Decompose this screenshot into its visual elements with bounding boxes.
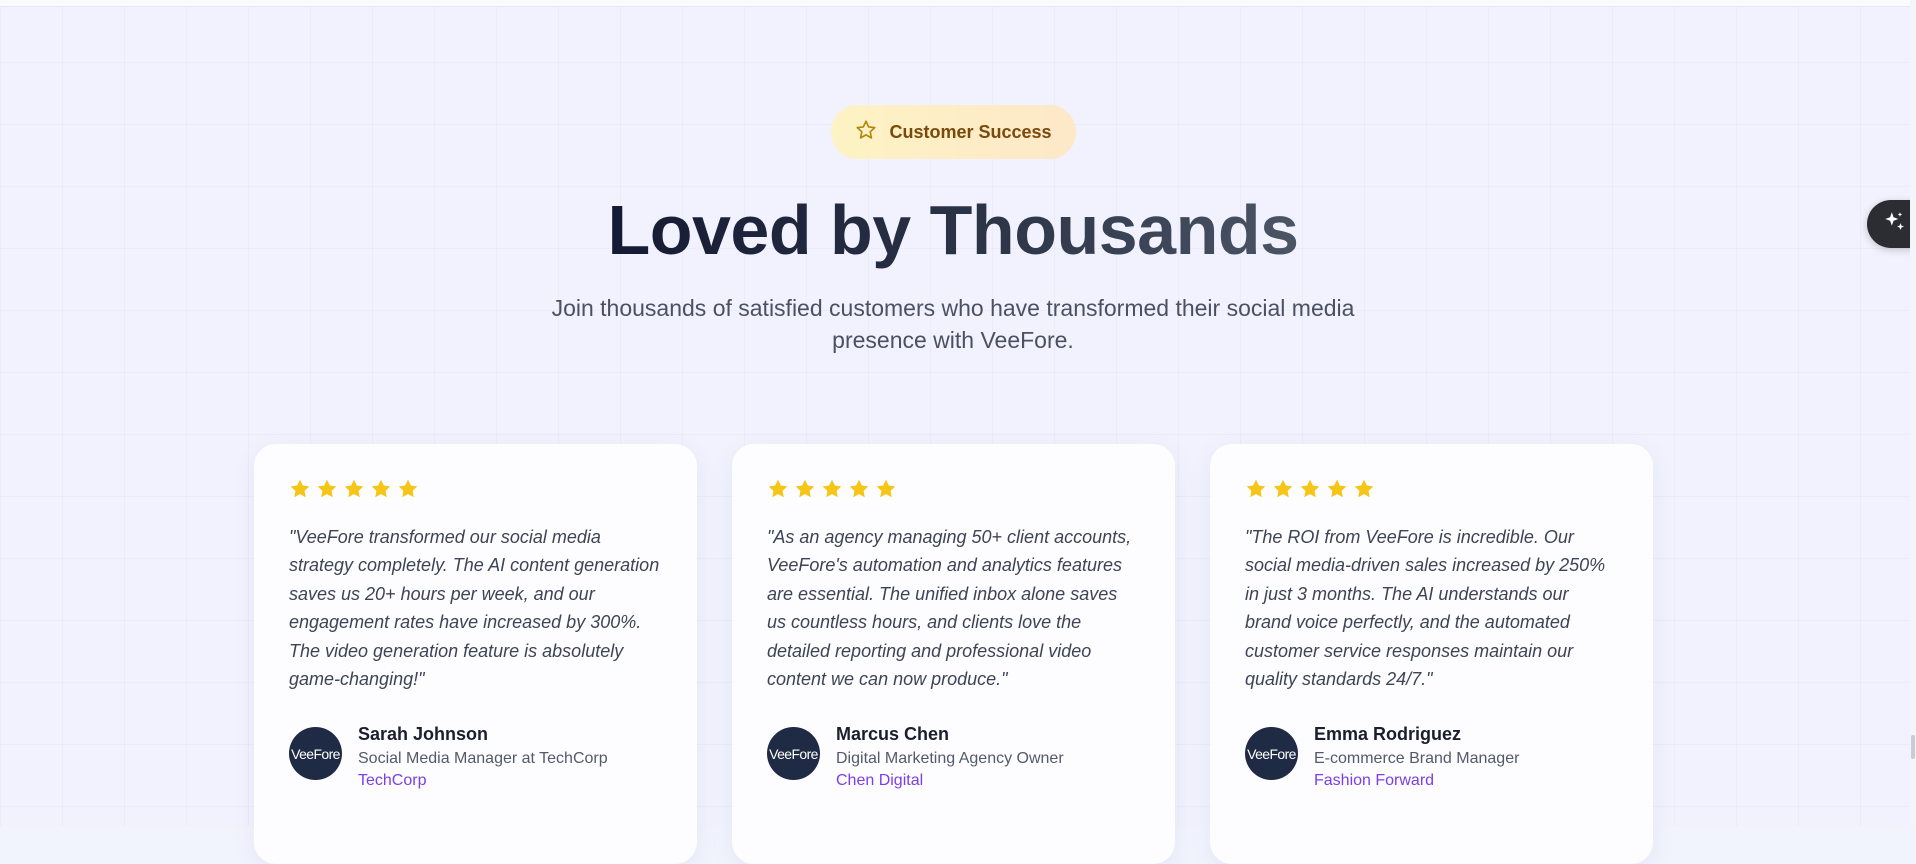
avatar: VeeFore <box>289 727 342 781</box>
scrollbar-thumb[interactable] <box>1911 735 1915 759</box>
author-role: Digital Marketing Agency Owner <box>836 750 1064 768</box>
section-title: Loved by Thousands <box>0 185 1906 275</box>
author-name: Marcus Chen <box>836 724 950 745</box>
star-icon <box>767 478 789 502</box>
testimonial-card: "The ROI from VeeFore is incredible. Our… <box>1210 444 1653 864</box>
testimonial-author: VeeFore Sarah Johnson Social Media Manag… <box>289 723 661 792</box>
testimonial-quote: "The ROI from VeeFore is incredible. Our… <box>1245 527 1606 690</box>
star-icon <box>821 478 843 502</box>
page-scrollbar[interactable] <box>1910 0 1916 826</box>
author-name: Sarah Johnson <box>358 724 489 745</box>
sparkles-icon <box>1881 209 1907 240</box>
star-icon <box>875 478 897 502</box>
author-role: E-commerce Brand Manager <box>1314 750 1520 768</box>
testimonial-card: "As an agency managing 50+ client accoun… <box>732 444 1175 864</box>
star-icon <box>370 478 392 502</box>
star-icon <box>289 478 311 502</box>
author-info: Marcus Chen Digital Marketing Agency Own… <box>836 723 1064 792</box>
rating-stars <box>1245 478 1617 502</box>
rating-stars <box>767 478 1139 502</box>
customer-success-badge: Customer Success <box>831 105 1076 159</box>
author-company: Chen Digital <box>836 772 924 790</box>
author-company: TechCorp <box>358 772 427 790</box>
header-edge <box>0 0 1916 7</box>
star-outline-icon <box>855 119 877 146</box>
avatar: VeeFore <box>767 727 820 781</box>
star-icon <box>397 478 419 502</box>
author-info: Sarah Johnson Social Media Manager at Te… <box>358 723 608 792</box>
author-company: Fashion Forward <box>1314 772 1435 790</box>
star-icon <box>316 478 338 502</box>
ai-assistant-button[interactable] <box>1867 200 1916 248</box>
star-icon <box>794 478 816 502</box>
testimonial-card: "VeeFore transformed our social media st… <box>254 444 697 864</box>
star-icon <box>1326 478 1348 502</box>
testimonial-author: VeeFore Emma Rodriguez E-commerce Brand … <box>1245 723 1617 792</box>
star-icon <box>848 478 870 502</box>
badge-label: Customer Success <box>889 121 1052 142</box>
section-title-text: Loved by Thousands <box>607 191 1299 269</box>
testimonial-quote: "As an agency managing 50+ client accoun… <box>767 527 1132 690</box>
star-icon <box>1272 478 1294 502</box>
testimonial-author: VeeFore Marcus Chen Digital Marketing Ag… <box>767 723 1139 792</box>
section-subtitle: Join thousands of satisfied customers wh… <box>551 295 1355 353</box>
author-info: Emma Rodriguez E-commerce Brand Manager … <box>1314 723 1519 792</box>
author-role: Social Media Manager at TechCorp <box>358 750 608 768</box>
avatar: VeeFore <box>1245 727 1298 781</box>
star-icon <box>1245 478 1267 502</box>
star-icon <box>1299 478 1321 502</box>
rating-stars <box>289 478 661 502</box>
author-name: Emma Rodriguez <box>1314 724 1462 745</box>
testimonial-quote: "VeeFore transformed our social media st… <box>289 527 660 690</box>
star-icon <box>1353 478 1375 502</box>
star-icon <box>343 478 365 502</box>
